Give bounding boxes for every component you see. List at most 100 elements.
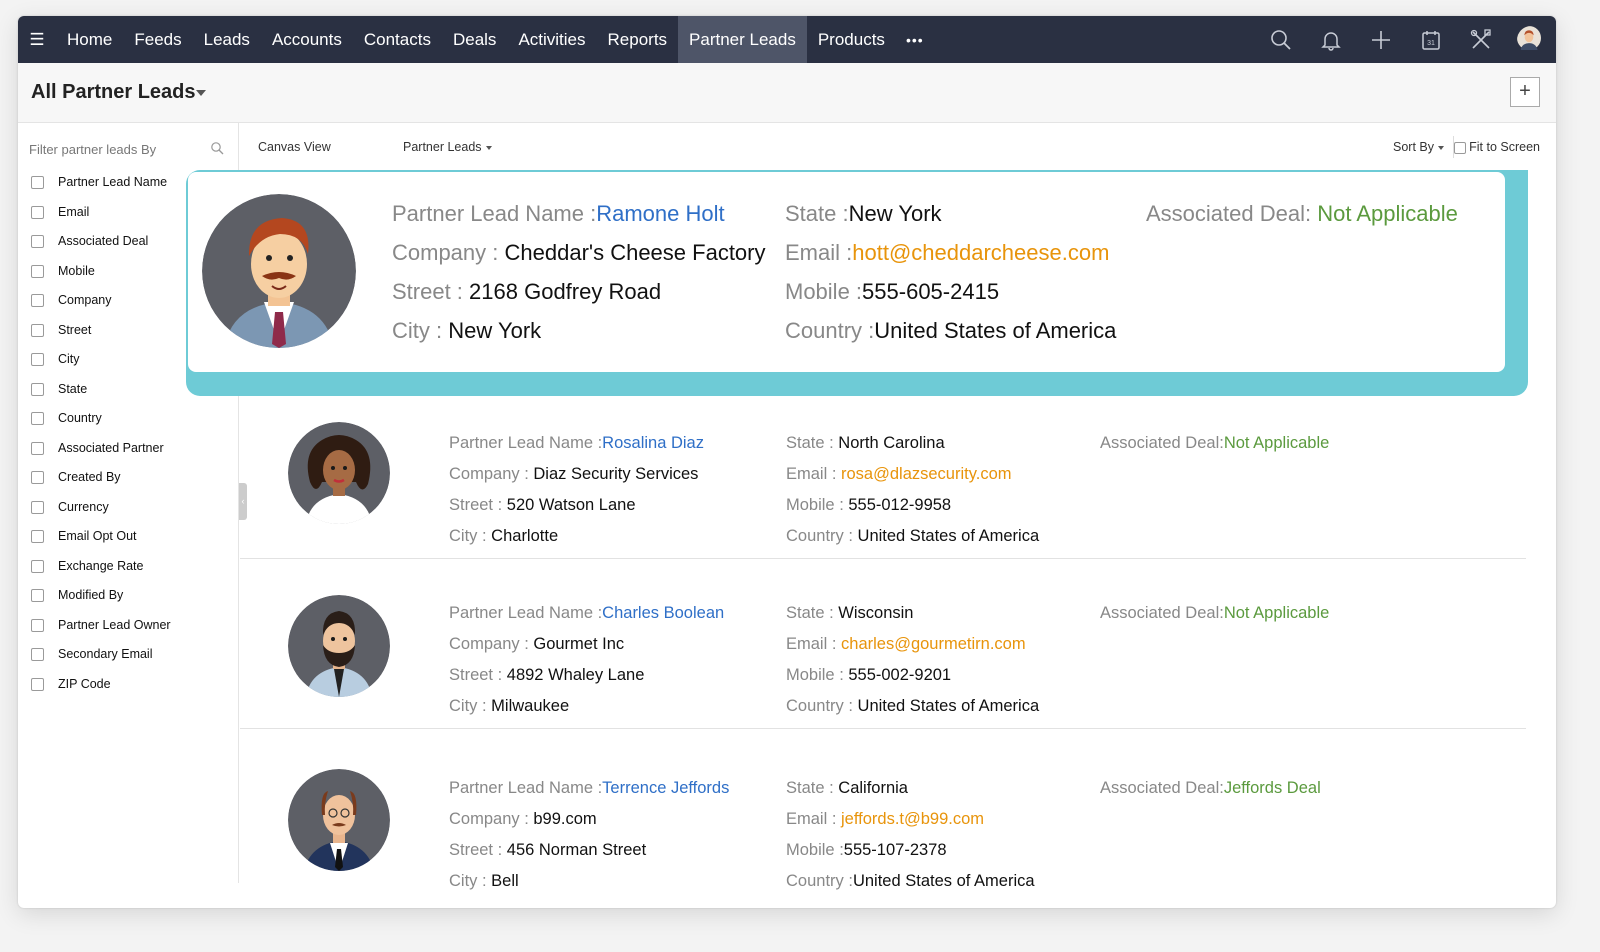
checkbox[interactable] <box>31 471 44 484</box>
checkbox[interactable] <box>31 294 44 307</box>
checkbox[interactable] <box>31 382 44 396</box>
checkbox[interactable] <box>31 176 44 189</box>
email-link[interactable]: charles@gourmetirn.com <box>841 635 1026 653</box>
user-avatar[interactable] <box>1506 16 1556 63</box>
field-country: Country :United States of America <box>785 318 1116 344</box>
filter-item-email-opt-out[interactable]: Email Opt Out <box>31 529 171 559</box>
checkbox[interactable] <box>31 264 44 278</box>
record-card[interactable]: Partner Lead Name :Charles Boolean Compa… <box>240 559 1526 729</box>
add-button[interactable]: + <box>1510 77 1540 107</box>
nav-item-accounts[interactable]: Accounts <box>261 16 353 63</box>
checkbox[interactable] <box>31 353 44 366</box>
checkbox[interactable] <box>31 205 44 219</box>
field-associated-deal: Associated Deal:Not Applicable <box>1100 434 1329 453</box>
record-card[interactable]: Partner Lead Name :Ramone Holt Company :… <box>188 172 1505 372</box>
field-partner-lead-name: Partner Lead Name :Charles Boolean <box>449 604 724 623</box>
field-city: City : Bell <box>449 872 519 891</box>
filter-search[interactable]: Filter partner leads By <box>29 141 224 161</box>
nav-item-reports[interactable]: Reports <box>597 16 679 63</box>
plus-icon[interactable] <box>1356 16 1406 63</box>
filter-item-state[interactable]: State <box>31 382 171 412</box>
field-value: 2168 Godfrey Road <box>469 279 662 304</box>
filter-item-label: Email Opt Out <box>58 529 137 543</box>
filter-item-email[interactable]: Email <box>31 205 171 235</box>
nav-item-partner-leads[interactable]: Partner Leads <box>678 16 807 63</box>
field-label: Street : <box>449 496 507 514</box>
checkbox[interactable] <box>31 530 44 543</box>
email-link[interactable]: jeffords.t@b99.com <box>841 810 984 828</box>
lead-name-link[interactable]: Ramone Holt <box>596 201 724 226</box>
page-title[interactable]: All Partner Leads <box>31 81 196 104</box>
filter-item-associated-partner[interactable]: Associated Partner <box>31 441 171 471</box>
checkbox[interactable] <box>31 500 44 514</box>
lead-name-link[interactable]: Terrence Jeffords <box>602 779 729 797</box>
record-card[interactable]: Partner Lead Name :Terrence Jeffords Com… <box>240 729 1526 890</box>
filter-item-exchange-rate[interactable]: Exchange Rate <box>31 559 171 589</box>
lead-name-link[interactable]: Charles Boolean <box>602 604 724 622</box>
checkbox[interactable] <box>31 559 44 573</box>
nav-item-feeds[interactable]: Feeds <box>123 16 192 63</box>
tools-icon[interactable] <box>1456 16 1506 63</box>
sort-by-dropdown[interactable]: Sort By <box>1393 140 1444 154</box>
field-value: United States of America <box>874 318 1117 343</box>
search-icon[interactable] <box>1256 16 1306 63</box>
fit-to-screen-toggle[interactable]: Fit to Screen <box>1454 140 1540 154</box>
filter-item-mobile[interactable]: Mobile <box>31 264 171 294</box>
field-email: Email : jeffords.t@b99.com <box>786 810 984 829</box>
filter-item-secondary-email[interactable]: Secondary Email <box>31 647 171 677</box>
nav-more-button[interactable]: ••• <box>896 32 934 48</box>
filter-item-partner-lead-name[interactable]: Partner Lead Name <box>31 175 171 205</box>
field-label: Country : <box>786 697 858 715</box>
nav-item-deals[interactable]: Deals <box>442 16 507 63</box>
featured-record-card[interactable]: Partner Lead Name :Ramone Holt Company :… <box>186 170 1528 396</box>
field-value: 456 Norman Street <box>506 841 647 859</box>
filter-item-city[interactable]: City <box>31 352 171 382</box>
checkbox[interactable] <box>31 323 44 337</box>
search-icon[interactable] <box>210 141 224 155</box>
checkbox[interactable] <box>31 235 44 248</box>
checkbox[interactable] <box>31 677 44 691</box>
record-card[interactable]: Partner Lead Name :Rosalina Diaz Company… <box>240 396 1526 559</box>
checkbox[interactable] <box>31 412 44 425</box>
field-label: Partner Lead Name : <box>449 779 603 797</box>
nav-item-contacts[interactable]: Contacts <box>353 16 442 63</box>
field-label: City : <box>392 318 449 343</box>
field-value: 520 Watson Lane <box>506 496 636 514</box>
email-link[interactable]: hott@cheddarcheese.com <box>852 240 1109 265</box>
module-dropdown[interactable]: Partner Leads <box>403 140 492 154</box>
canvas-view-label[interactable]: Canvas View <box>258 140 331 154</box>
filter-item-partner-lead-owner[interactable]: Partner Lead Owner <box>31 618 171 648</box>
lead-name-link[interactable]: Rosalina Diaz <box>602 434 704 452</box>
field-value: United States of America <box>857 527 1040 545</box>
email-link[interactable]: rosa@dlazsecurity.com <box>841 465 1012 483</box>
field-label: Email : <box>786 810 842 828</box>
field-value: 555-012-9958 <box>848 496 952 514</box>
checkbox[interactable] <box>31 648 44 661</box>
nav-item-leads[interactable]: Leads <box>193 16 261 63</box>
field-value: United States of America <box>857 697 1040 715</box>
checkbox[interactable] <box>31 589 44 602</box>
bell-icon[interactable] <box>1306 16 1356 63</box>
filter-item-modified-by[interactable]: Modified By <box>31 588 171 618</box>
calendar-icon[interactable]: 31 <box>1406 16 1456 63</box>
filter-item-label: Currency <box>58 499 109 514</box>
filter-item-currency[interactable]: Currency <box>31 500 171 530</box>
filter-item-created-by[interactable]: Created By <box>31 470 171 500</box>
checkbox[interactable] <box>31 441 44 455</box>
field-value: Wisconsin <box>838 604 914 622</box>
nav-item-activities[interactable]: Activities <box>507 16 596 63</box>
hamburger-menu-icon[interactable]: ☰ <box>18 30 56 50</box>
filter-item-zip-code[interactable]: ZIP Code <box>31 677 171 707</box>
nav-item-products[interactable]: Products <box>807 16 896 63</box>
caret-down-icon <box>1438 145 1444 150</box>
filter-item-street[interactable]: Street <box>31 323 171 353</box>
filter-item-label: Modified By <box>58 588 124 602</box>
filter-item-country[interactable]: Country <box>31 411 171 441</box>
checkbox[interactable] <box>1454 141 1467 154</box>
filter-item-associated-deal[interactable]: Associated Deal <box>31 234 171 264</box>
checkbox[interactable] <box>31 618 44 632</box>
filter-item-company[interactable]: Company <box>31 293 171 323</box>
field-value: North Carolina <box>838 434 945 452</box>
chevron-down-icon[interactable] <box>196 90 206 96</box>
nav-item-home[interactable]: Home <box>56 16 123 63</box>
